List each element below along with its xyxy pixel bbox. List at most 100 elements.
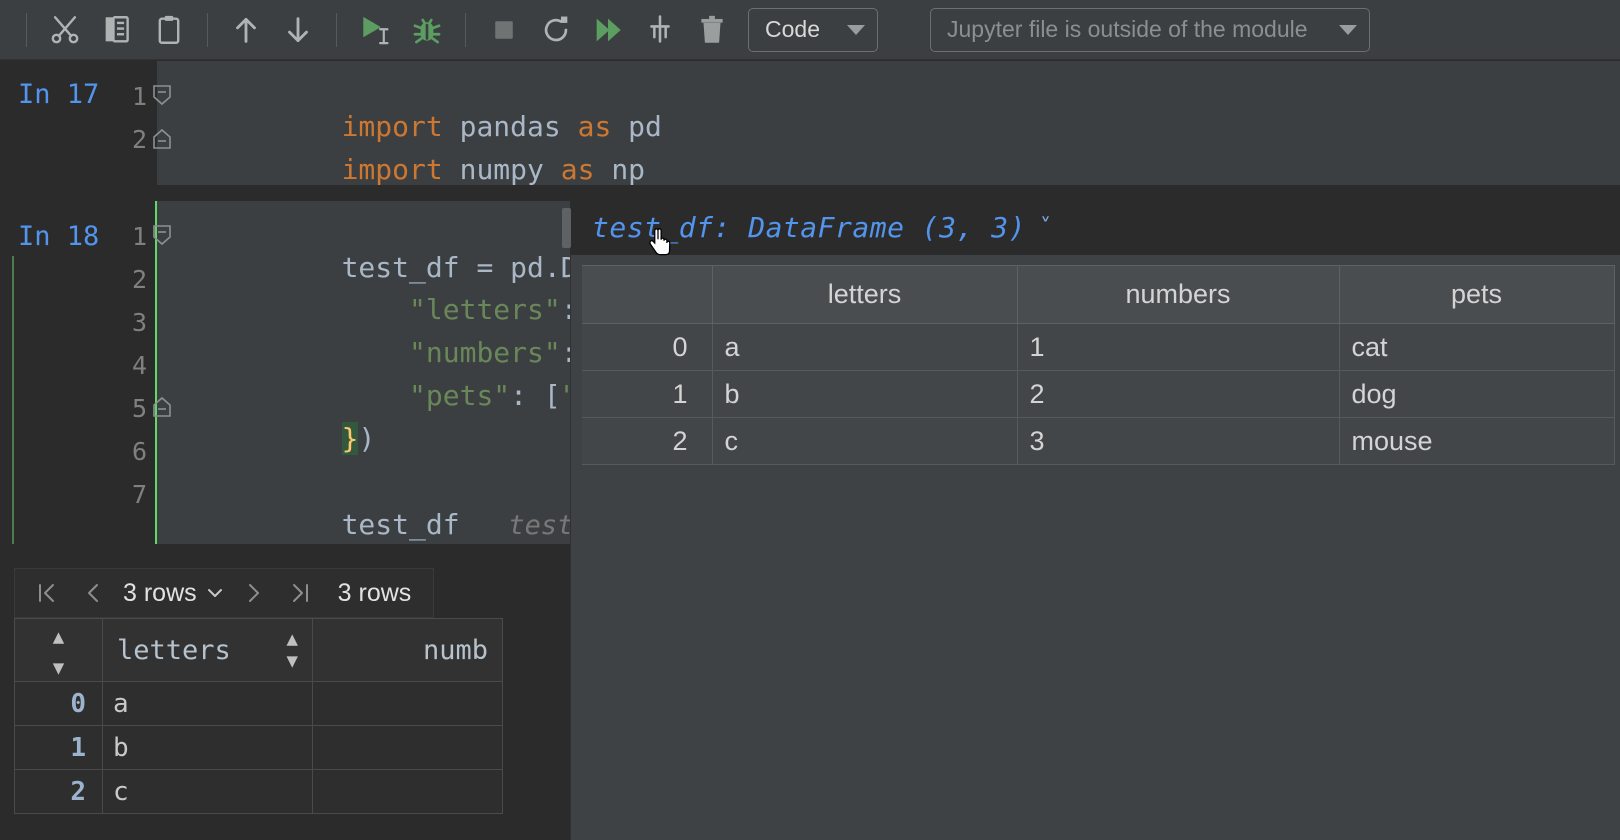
line-number: 4 [119,351,147,380]
notebook-toolbar: Code Jupyter file is outside of the modu… [0,0,1620,60]
output-pager[interactable]: 3 rows 3 rows [14,568,434,618]
sort-toggle-icon[interactable]: ▲▼ [53,626,64,679]
token-string-key: "pets" [409,379,510,412]
fold-close-icon[interactable] [151,127,173,149]
table-row[interactable]: 0 a 1 cat [582,324,1614,371]
last-page-button[interactable] [276,580,324,606]
output-column-header-letters[interactable]: letters ▲▼ [103,619,313,682]
table-row[interactable]: 2 c [15,770,503,814]
row-index: 2 [15,770,103,814]
module-selector-dropdown[interactable]: Jupyter file is outside of the module [930,8,1370,52]
line-number: 1 [119,82,147,111]
dataframe-popup-table[interactable]: letters numbers pets 0 a 1 cat 1 b 2 dog [582,265,1615,465]
row-index: 1 [15,726,103,770]
popup-table-body: 0 a 1 cat 1 b 2 dog 2 c 3 mouse [582,324,1614,465]
cell-letters: c [712,418,1017,465]
interrupt-kernel-icon[interactable] [478,7,530,53]
line-number: 6 [119,437,147,466]
table-row[interactable]: 1 b 2 dog [582,371,1614,418]
prev-page-button[interactable] [71,580,115,606]
cell-prompt-in-18: In 18 [18,221,99,252]
restart-kernel-icon[interactable] [530,7,582,53]
debug-cell-icon[interactable] [401,7,453,53]
code-line-5: }) [173,397,375,481]
copy-icon[interactable] [91,7,143,53]
token-brace-highlight: } [342,422,359,455]
fold-close-icon[interactable] [151,395,173,417]
cut-icon[interactable] [39,7,91,53]
cell-numbers [313,770,503,814]
token-module: numpy [443,153,561,186]
editor-scrollbar-thumb[interactable] [562,208,571,248]
output-header-row: ▲▼ letters ▲▼ numb [15,619,503,682]
fold-open-icon[interactable] [151,223,173,245]
inlay-hint-value [460,510,509,541]
line-number: 5 [119,394,147,423]
output-column-label: numb [423,635,488,666]
row-index: 0 [15,682,103,726]
cell-pets: cat [1339,324,1614,371]
output-dataframe-table[interactable]: ▲▼ letters ▲▼ numb [14,618,503,814]
delete-cell-icon[interactable] [686,7,738,53]
cell-numbers [313,682,503,726]
token-alias: np [594,153,645,186]
notebook-cell-in-17[interactable]: In 17 1 import pandas as pd 2 [0,61,1620,185]
cell-numbers: 2 [1017,371,1339,418]
cell-letters: c [103,770,313,814]
cell-numbers: 1 [1017,324,1339,371]
move-cell-up-icon[interactable] [220,7,272,53]
first-page-button[interactable] [23,580,71,606]
cell-type-dropdown[interactable]: Code [748,8,878,52]
run-cell-icon[interactable] [349,7,401,53]
chevron-down-icon[interactable]: ˅ [1040,215,1051,240]
popup-column-header-letters[interactable]: letters [712,266,1017,324]
ide-window: Code Jupyter file is outside of the modu… [0,0,1620,840]
cell-prompt-area: In 17 [0,61,157,185]
line-number: 7 [119,480,147,509]
cell-code-area[interactable]: 1 import pandas as pd 2 import numpy a [157,61,1620,185]
line-number: 2 [119,125,147,154]
popup-corner-header [582,266,712,324]
cell-letters: b [103,726,313,770]
cell-numbers [313,726,503,770]
row-index: 0 [582,324,712,371]
module-selector-value: Jupyter file is outside of the module [947,16,1308,43]
line-number: 1 [119,222,147,251]
popup-column-header-numbers[interactable]: numbers [1017,266,1339,324]
rows-per-page-dropdown[interactable]: 3 rows [115,579,232,608]
mouse-cursor-hand [648,228,674,258]
toolbar-divider [207,13,208,47]
dataframe-popup-header[interactable]: test_df: DataFrame (3, 3) ˅ [570,200,1620,255]
toolbar-divider [26,13,27,47]
toolbar-divider [465,13,466,47]
fold-open-icon[interactable] [151,83,173,105]
table-row[interactable]: 1 b [15,726,503,770]
chevron-down-icon [206,587,224,599]
output-column-header-numbers[interactable]: numb [313,619,503,682]
cell-numbers: 3 [1017,418,1339,465]
line-number: 3 [119,308,147,337]
sort-toggle-icon[interactable]: ▲▼ [287,628,298,672]
dataframe-preview-popup[interactable]: letters numbers pets 0 a 1 cat 1 b 2 dog [570,255,1620,840]
cell-pets: mouse [1339,418,1614,465]
popup-column-header-pets[interactable]: pets [1339,266,1614,324]
paste-icon[interactable] [143,7,195,53]
output-table-head: ▲▼ letters ▲▼ numb [15,619,503,682]
cell-letters: b [712,371,1017,418]
popup-header-row: letters numbers pets [582,266,1614,324]
table-row[interactable]: 0 a [15,682,503,726]
clear-outputs-icon[interactable] [634,7,686,53]
output-index-header[interactable]: ▲▼ [15,619,103,682]
cell-prompt-in-17: In 17 [18,79,99,110]
chevron-down-icon [1339,25,1357,35]
next-page-button[interactable] [232,580,276,606]
token-punct: ) [358,422,375,455]
run-all-icon[interactable] [582,7,634,53]
table-row[interactable]: 2 c 3 mouse [582,418,1614,465]
row-index: 2 [582,418,712,465]
toolbar-divider [336,13,337,47]
token-punct: : [ [510,379,561,412]
popup-table-head: letters numbers pets [582,266,1614,324]
cell-type-value: Code [765,16,820,43]
move-cell-down-icon[interactable] [272,7,324,53]
